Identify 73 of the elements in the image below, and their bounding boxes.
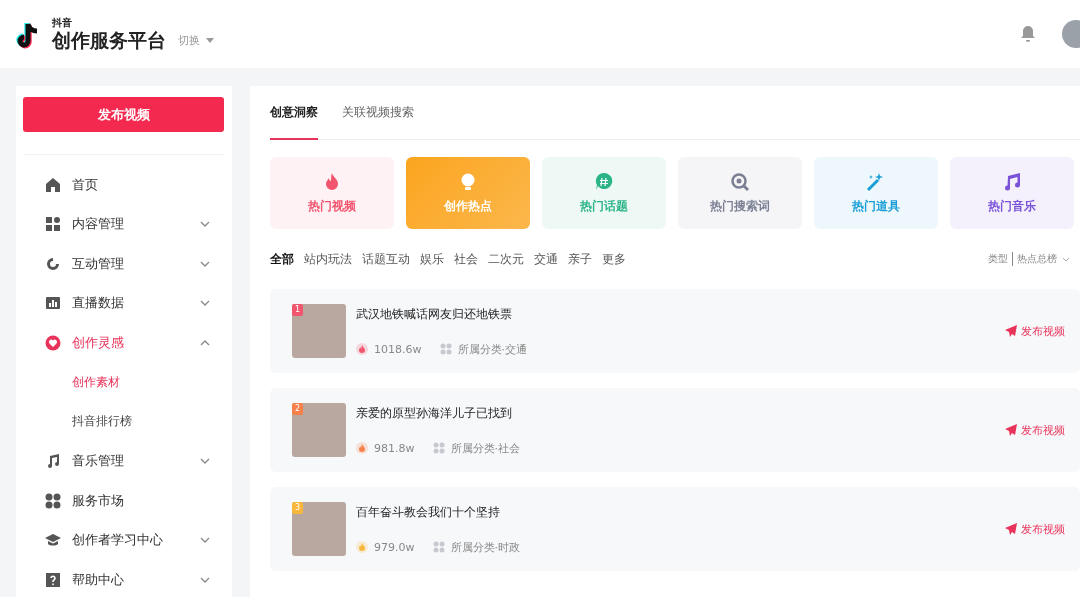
filter-tag[interactable]: 二次元 xyxy=(488,250,524,268)
category-icon xyxy=(439,343,452,355)
topic-title[interactable]: 武汉地铁喊话网友归还地铁票 xyxy=(356,305,1005,323)
brand-title: 创作服务平台 xyxy=(52,31,166,50)
brand-subtitle: 抖音 xyxy=(52,18,73,28)
flame-icon xyxy=(356,442,368,454)
sort-label: 类型 xyxy=(987,252,1013,266)
topic-card[interactable]: 1 武汉地铁喊话网友归还地铁票 1018.6w 所属分类·交通 发布视频 xyxy=(270,289,1080,373)
menu-icon xyxy=(45,295,61,312)
menu-item[interactable]: 服务市场 xyxy=(23,481,224,521)
filter-tag[interactable]: 交通 xyxy=(534,250,558,268)
video-thumbnail xyxy=(292,502,346,556)
menu-item[interactable]: 创作灵感 xyxy=(23,323,224,363)
video-thumbnail xyxy=(292,304,346,358)
category-card[interactable]: 热门搜索词 xyxy=(678,157,802,229)
category-icon xyxy=(432,541,445,553)
category-text: 所属分类·交通 xyxy=(457,341,527,357)
rank-badge: 1 xyxy=(292,304,303,316)
topic-title[interactable]: 亲爱的原型孙海洋儿子已找到 xyxy=(356,404,1005,422)
category-icon xyxy=(432,442,445,454)
menu-item[interactable]: 创作者学习中心 xyxy=(23,520,224,560)
menu-item[interactable]: 首页 xyxy=(23,165,224,205)
heat-value: 981.8w xyxy=(374,441,415,455)
filter-tag[interactable]: 娱乐 xyxy=(420,250,444,268)
flame-icon xyxy=(356,343,368,355)
category-text: 所属分类·社会 xyxy=(450,440,520,456)
menu-icon xyxy=(45,492,61,509)
filter-tag[interactable]: 站内玩法 xyxy=(304,250,352,268)
rank-badge: 3 xyxy=(292,502,303,514)
submenu-item[interactable]: 创作素材 xyxy=(23,362,224,402)
send-icon xyxy=(1005,424,1017,436)
tab[interactable]: 创意洞察 xyxy=(270,86,318,140)
topic-card[interactable]: 2 亲爱的原型孙海洋儿子已找到 981.8w 所属分类·社会 发布视频 xyxy=(270,388,1080,472)
filter-tag[interactable]: 全部 xyxy=(270,250,294,268)
submenu-item[interactable]: 抖音排行榜 xyxy=(23,402,224,442)
menu-icon xyxy=(45,176,61,193)
filter-tag[interactable]: 话题互动 xyxy=(362,250,410,268)
filter-tag[interactable]: 更多 xyxy=(602,250,626,268)
send-icon xyxy=(1005,325,1017,337)
publish-button[interactable]: 发布视频 xyxy=(23,97,224,132)
menu-item[interactable]: 互动管理 xyxy=(23,244,224,284)
category-text: 所属分类·时政 xyxy=(450,539,520,555)
rank-badge: 2 xyxy=(292,403,303,415)
menu-icon xyxy=(45,216,61,233)
bell-icon[interactable] xyxy=(1020,25,1036,43)
heat-value: 1018.6w xyxy=(374,342,422,356)
category-icon xyxy=(730,171,750,192)
send-icon xyxy=(1005,523,1017,535)
filter-tag[interactable]: 亲子 xyxy=(568,250,592,268)
filter-tag[interactable]: 社会 xyxy=(454,250,478,268)
topic-card[interactable]: 3 百年奋斗教会我们十个坚持 979.0w 所属分类·时政 发布视频 xyxy=(270,487,1080,571)
caret-icon xyxy=(205,38,214,43)
category-icon xyxy=(1002,171,1022,192)
publish-video-link[interactable]: 发布视频 xyxy=(1005,323,1065,339)
flame-icon xyxy=(356,541,368,553)
sort-dropdown[interactable]: 热点总榜 xyxy=(1016,252,1070,266)
menu-item[interactable]: 帮助中心 xyxy=(23,560,224,597)
publish-video-link[interactable]: 发布视频 xyxy=(1005,521,1065,537)
tab[interactable]: 关联视频搜索 xyxy=(342,86,414,140)
publish-video-link[interactable]: 发布视频 xyxy=(1005,422,1065,438)
category-card[interactable]: 热门音乐 xyxy=(950,157,1074,229)
menu-icon xyxy=(45,255,61,272)
menu-icon xyxy=(45,334,61,351)
menu-item[interactable]: 音乐管理 xyxy=(23,441,224,481)
topic-title[interactable]: 百年奋斗教会我们十个坚持 xyxy=(356,503,1005,521)
menu-item[interactable]: 直播数据 xyxy=(23,283,224,323)
menu-item[interactable]: 内容管理 xyxy=(23,204,224,244)
menu-icon xyxy=(45,571,61,588)
video-thumbnail xyxy=(292,403,346,457)
category-icon xyxy=(594,171,614,192)
menu-icon xyxy=(45,453,61,470)
heat-value: 979.0w xyxy=(374,540,415,554)
chevron-icon xyxy=(1062,256,1070,262)
